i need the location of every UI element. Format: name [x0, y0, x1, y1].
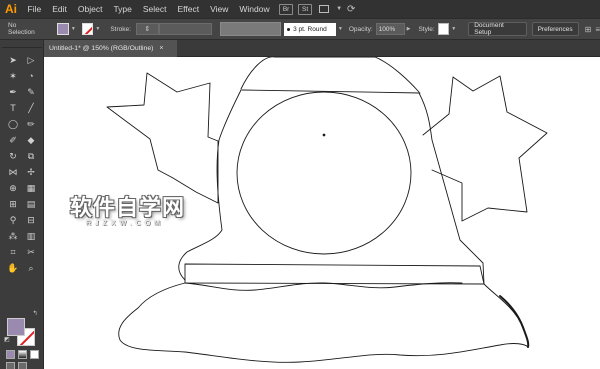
brush-dot-icon	[287, 27, 291, 31]
scale-tool-icon[interactable]: ⧉	[24, 150, 38, 163]
gradient-mode-icon[interactable]	[18, 350, 27, 359]
selection-status: No Selection	[8, 22, 35, 36]
document-setup-button[interactable]: Document Setup	[468, 22, 527, 36]
stroke-label: Stroke:	[110, 25, 131, 33]
width-tool-icon[interactable]: ⋈	[6, 166, 20, 179]
type-tool-icon[interactable]: T	[6, 102, 20, 115]
rotate-tool-icon[interactable]: ↻	[6, 150, 20, 163]
lasso-tool-icon[interactable]: ◔	[24, 70, 38, 83]
zoom-tool-icon[interactable]: ⌕	[24, 262, 38, 275]
fill-color-box[interactable]	[7, 318, 25, 336]
stroke-weight-stepper[interactable]: ⇕	[135, 23, 159, 35]
tools-panel: ➤ ▷ ✶ ◔ ✒ ✎ T ╱ ◯ ✏ ✐ ◆ ↻ ⧉ ⋈ ✢ ⊕ ▦ ⊞ ▤ …	[0, 40, 44, 369]
slice-tool-icon[interactable]: ✂	[24, 246, 38, 259]
bridge-button[interactable]: Br	[279, 3, 294, 15]
default-colors-icon[interactable]: ◩	[2, 336, 12, 344]
variable-width-profile[interactable]	[219, 22, 282, 36]
center-point	[322, 133, 326, 137]
chevron-right-icon[interactable]: ▶	[407, 26, 411, 32]
artboard-tool-icon[interactable]: ⌗	[6, 246, 20, 259]
selection-tool-icon[interactable]: ➤	[6, 54, 20, 67]
eraser-tool-icon[interactable]: ◆	[24, 134, 38, 147]
direct-selection-tool-icon[interactable]: ▷	[24, 54, 38, 67]
align-icon[interactable]: ⊞	[585, 25, 592, 34]
close-icon[interactable]: ×	[159, 45, 163, 52]
body-right-side	[418, 92, 485, 285]
shape-builder-tool-icon[interactable]: ⊕	[6, 182, 20, 195]
menu-window[interactable]: Window	[234, 0, 275, 18]
body-ellipse	[236, 91, 412, 255]
wavy-base-thick	[499, 295, 530, 348]
body-left-side	[178, 89, 242, 281]
mesh-tool-icon[interactable]: ⊞	[6, 198, 20, 211]
artboard-canvas[interactable]: 软件自学网 RJZXW.COM	[44, 57, 600, 369]
eyedropper-tool-icon[interactable]: ⚲	[6, 214, 20, 227]
menu-type[interactable]: Type	[108, 0, 137, 18]
perspective-grid-tool-icon[interactable]: ▦	[24, 182, 38, 195]
wavy-base	[118, 282, 529, 363]
swap-colors-icon[interactable]: ↰	[30, 310, 40, 318]
menu-effect[interactable]: Effect	[172, 0, 205, 18]
menu-file[interactable]: File	[22, 0, 47, 18]
screen-mode-icon[interactable]	[18, 362, 27, 369]
line-segment-tool-icon[interactable]: ╱	[24, 102, 38, 115]
symbol-sprayer-tool-icon[interactable]: ⁂	[6, 230, 20, 243]
none-mode-icon[interactable]	[30, 350, 39, 359]
menu-view[interactable]: View	[205, 0, 234, 18]
opacity-label: Opacity:	[348, 25, 373, 33]
menu-edit[interactable]: Edit	[47, 0, 73, 18]
outline-artwork	[106, 57, 548, 363]
gpu-performance-icon[interactable]: ⟳	[347, 4, 355, 15]
color-mode-row	[6, 350, 40, 359]
paintbrush-tool-icon[interactable]: ✏	[24, 118, 38, 131]
waist-band	[184, 263, 485, 285]
arrange-documents-icon[interactable]	[317, 4, 331, 15]
graphic-style-swatch[interactable]	[437, 23, 450, 35]
dome-shape	[240, 57, 420, 93]
document-tab-title: Untitled-1* @ 150% (RGB/Outline)	[49, 45, 154, 52]
menu-object[interactable]: Object	[72, 0, 108, 18]
magic-wand-tool-icon[interactable]: ✶	[6, 70, 20, 83]
chevron-down-icon[interactable]: ▼	[451, 26, 456, 32]
column-graph-tool-icon[interactable]: ▥	[24, 230, 38, 243]
left-arm-shape	[106, 72, 219, 204]
style-label: Style:	[418, 25, 435, 33]
blend-tool-icon[interactable]: ⊟	[24, 214, 38, 227]
menu-select[interactable]: Select	[137, 0, 172, 18]
panel-grip[interactable]	[2, 42, 42, 48]
chevron-down-icon[interactable]: ▼	[95, 26, 100, 32]
document-tab[interactable]: Untitled-1* @ 150% (RGB/Outline) ×	[44, 40, 177, 57]
chevron-down-icon[interactable]: ▼	[71, 26, 76, 32]
curvature-tool-icon[interactable]: ✎	[24, 86, 38, 99]
panel-menu-icon[interactable]: ≡	[595, 25, 600, 34]
stock-button[interactable]: St	[298, 3, 313, 15]
stroke-weight-input[interactable]	[159, 23, 212, 35]
ellipse-tool-icon[interactable]: ◯	[6, 118, 20, 131]
puppet-warp-tool-icon[interactable]: ✢	[24, 166, 38, 179]
document-tab-bar: Untitled-1* @ 150% (RGB/Outline) ×	[44, 40, 600, 57]
chevron-down-icon[interactable]: ▼	[338, 26, 343, 32]
pen-tool-icon[interactable]: ✒	[6, 86, 20, 99]
hand-tool-icon[interactable]: ✋	[6, 262, 20, 275]
chevron-down-icon[interactable]: ▼	[336, 6, 342, 12]
opacity-input[interactable]: 100%	[375, 23, 405, 35]
brush-label: 3 pt. Round	[293, 25, 327, 33]
fill-swatch[interactable]	[57, 23, 69, 35]
stroke-swatch[interactable]	[81, 23, 94, 35]
right-arm-shape	[422, 75, 548, 222]
menu-bar: Ai File Edit Object Type Select Effect V…	[0, 0, 600, 18]
gradient-tool-icon[interactable]: ▤	[24, 198, 38, 211]
brush-definition-select[interactable]: 3 pt. Round	[284, 22, 336, 36]
color-mode-icon[interactable]	[6, 350, 15, 359]
control-bar: No Selection ▼ ▼ Stroke: ⇕ 3 pt. Round ▼…	[0, 18, 600, 40]
app-logo: Ai	[5, 2, 17, 16]
preferences-button[interactable]: Preferences	[531, 22, 579, 36]
shaper-tool-icon[interactable]: ✐	[6, 134, 20, 147]
draw-normal-icon[interactable]	[6, 362, 15, 369]
draw-mode-row	[6, 362, 40, 369]
